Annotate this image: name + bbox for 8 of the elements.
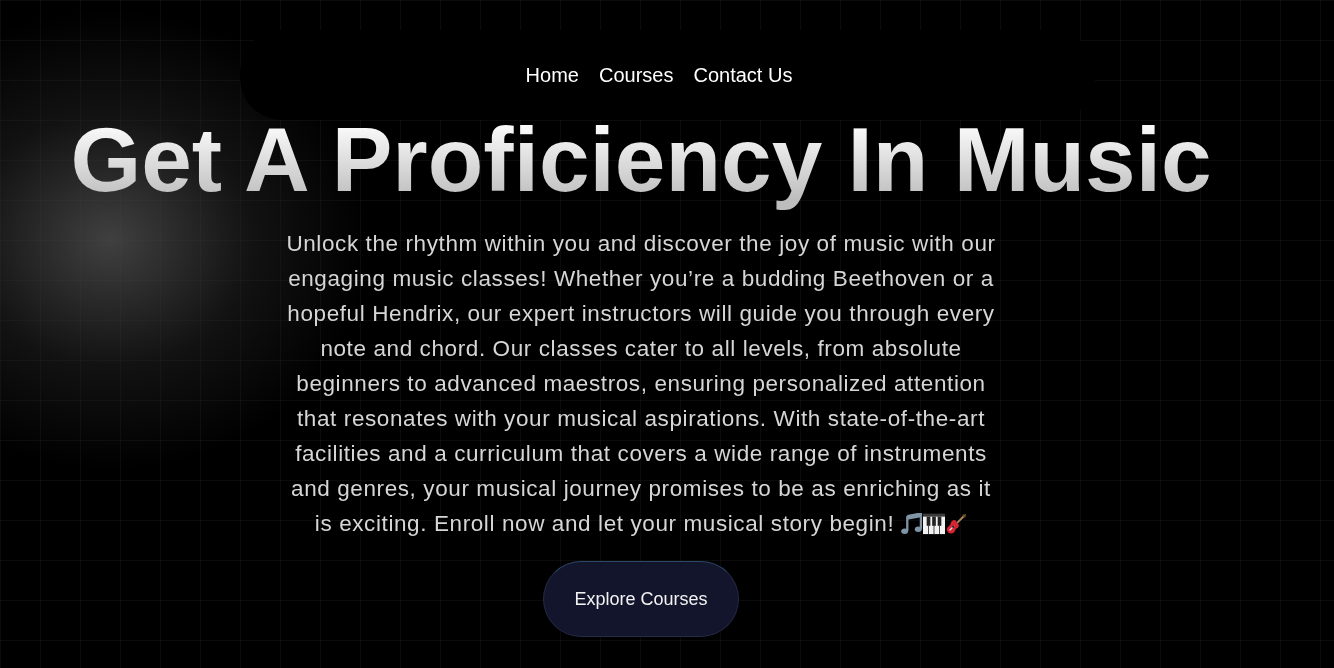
hero-description: Unlock the rhythm within you and discover the joy of music with our engaging music classes! Whether you’re a budding Beethoven or a hopeful Hendrix, our expert instructors will guide you through every note and chord. Our classes cater to all levels, from absolute beginners to advanced maestros, ensuring personalized attention that resonates with your musical aspirations. With state-of-the-art facilities and a curriculum that covers a wide range of instruments and genres, your musical journey promises to be as enriching as it is exciting. Enroll now and let your musical story begin!: [285, 230, 997, 539]
nav-link[interactable]: Courses: [598, 63, 674, 87]
nav-link[interactable]: Contact Us: [693, 63, 793, 87]
guitar-icon: [945, 513, 968, 536]
piano-keys-icon: [923, 513, 946, 536]
nav-link[interactable]: Home: [525, 63, 579, 87]
music-notes-icon: [901, 513, 924, 536]
explore-courses-button[interactable]: Explore Courses: [543, 561, 739, 638]
